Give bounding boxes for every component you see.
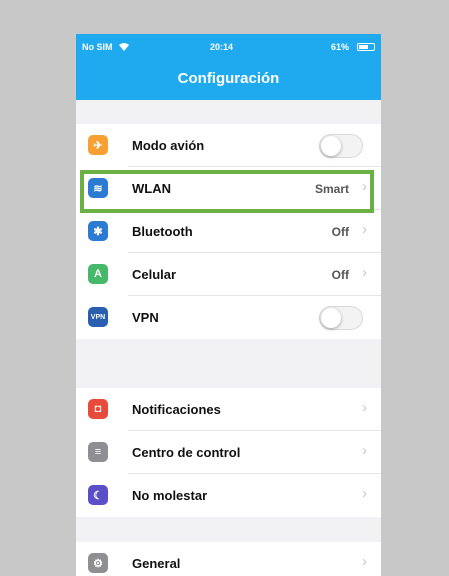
- settings-row-label: Notificaciones: [132, 402, 221, 417]
- chevron-right-icon: ›: [362, 442, 367, 459]
- battery-percent: 61%: [330, 42, 349, 52]
- toggle-knob: [321, 308, 341, 328]
- airplane-icon: ✈: [88, 135, 108, 155]
- chevron-right-icon: ›: [362, 553, 367, 570]
- notifications-icon: ◘: [88, 399, 108, 419]
- toggle-switch[interactable]: [319, 134, 363, 158]
- page-title: Configuración: [177, 70, 280, 87]
- carrier-label: No SIM: [82, 42, 113, 52]
- settings-row-modo-avión[interactable]: ✈ Modo avión: [76, 124, 381, 167]
- settings-row-label: Centro de control: [132, 445, 241, 460]
- settings-group-system: ◘ Notificaciones › ≡ Centro de control › ☾ No m…: [76, 388, 381, 517]
- battery-icon: [357, 43, 375, 51]
- chevron-right-icon: ›: [362, 264, 367, 281]
- chevron-right-icon: ›: [362, 485, 367, 502]
- chevron-right-icon: ›: [362, 399, 367, 416]
- cellular-icon: A: [88, 264, 108, 284]
- settings-row-vpn[interactable]: VPN VPN: [76, 296, 381, 339]
- status-bar: No SIM 20:14 61%: [82, 42, 377, 54]
- settings-row-no-molestar[interactable]: ☾ No molestar ›: [76, 474, 381, 517]
- moon-icon: ☾: [88, 485, 108, 505]
- toggle-knob: [321, 136, 341, 156]
- header-bar: No SIM 20:14 61% Configuración: [76, 34, 381, 100]
- settings-row-label: Bluetooth: [132, 224, 193, 239]
- settings-row-label: Celular: [132, 267, 177, 282]
- settings-row-label: General: [132, 556, 181, 571]
- settings-row-celular[interactable]: A Celular Off ›: [76, 253, 381, 296]
- status-time: 20:14: [210, 42, 234, 52]
- settings-row-value: Off: [331, 225, 349, 239]
- chevron-right-icon: ›: [362, 221, 367, 238]
- settings-row-notificaciones[interactable]: ◘ Notificaciones ›: [76, 388, 381, 431]
- settings-row-label: VPN: [132, 310, 159, 325]
- settings-row-bluetooth[interactable]: ✱ Bluetooth Off ›: [76, 210, 381, 253]
- settings-screen: No SIM 20:14 61% Configuración ✈ Modo avi…: [76, 34, 381, 576]
- settings-group-connectivity: ✈ Modo avión ≋ WLAN Smart › ✱ Bluetooth Off › A Cel…: [76, 124, 381, 339]
- settings-row-label: No molestar: [132, 488, 208, 503]
- settings-row-centro-de-control[interactable]: ≡ Centro de control ›: [76, 431, 381, 474]
- vpn-icon: VPN: [88, 307, 108, 327]
- wifi-signal-icon: [118, 42, 130, 54]
- settings-row-label: Modo avión: [132, 138, 205, 153]
- battery-fill: [359, 45, 368, 49]
- toggle-switch[interactable]: [319, 306, 363, 330]
- bluetooth-icon: ✱: [88, 221, 108, 241]
- settings-row-value: Off: [331, 268, 349, 282]
- settings-group-general: ⚙ General ›: [76, 542, 381, 576]
- wlan-highlight-box: [80, 170, 374, 213]
- gear-icon: ⚙: [88, 553, 108, 573]
- settings-row-general[interactable]: ⚙ General ›: [76, 542, 381, 576]
- control-center-icon: ≡: [88, 442, 108, 462]
